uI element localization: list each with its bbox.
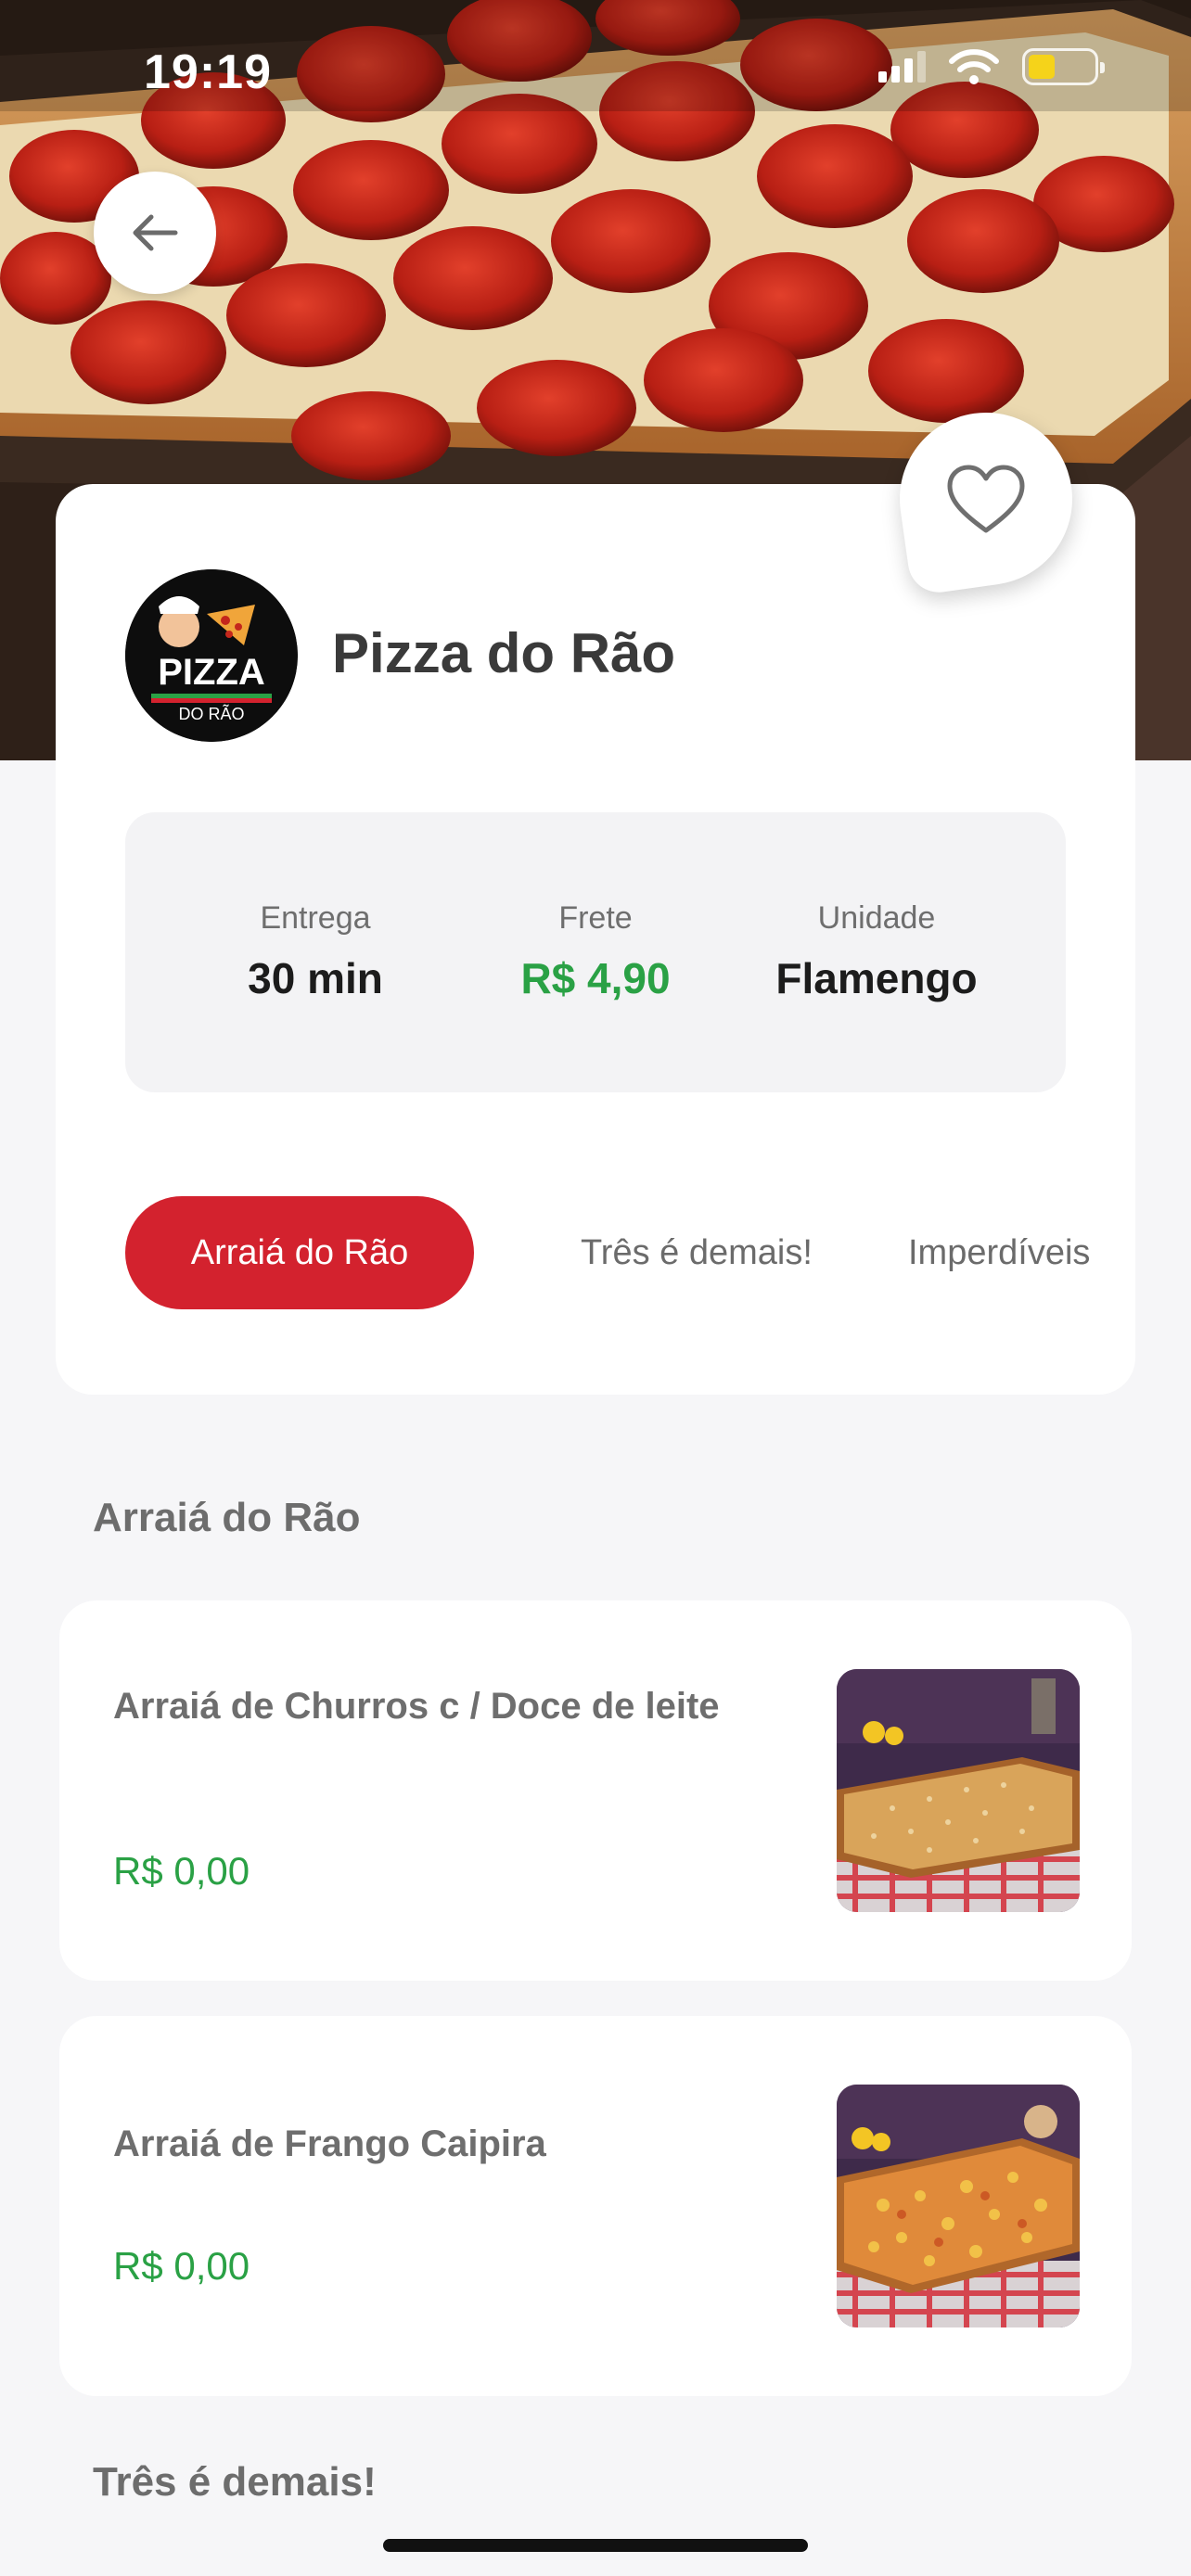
- arrow-left-icon: [133, 214, 178, 251]
- status-bar: 19:19: [0, 0, 1191, 139]
- logo-wordmark: PIZZA: [158, 652, 265, 693]
- info-delivery-fee: Frete R$ 4,90: [456, 900, 735, 1003]
- menu-item-name: Arraiá de Churros c / Doce de leite: [113, 1686, 720, 1727]
- status-time: 19:19: [144, 45, 272, 99]
- info-value: Flamengo: [775, 954, 978, 1002]
- info-label: Entrega: [260, 900, 371, 936]
- info-value: R$ 4,90: [520, 954, 671, 1002]
- status-icons: [878, 48, 1105, 85]
- tab-imperdiveis[interactable]: Imperdíveis: [908, 1196, 1090, 1309]
- menu-item-price: R$ 0,00: [113, 2244, 250, 2288]
- restaurant-info-card: PIZZA DO RÃO Pizza do Rão Entrega 30 min…: [56, 484, 1135, 1395]
- menu-item-price: R$ 0,00: [113, 1849, 250, 1893]
- menu-item-image: [837, 2085, 1080, 2327]
- back-button[interactable]: [94, 172, 216, 294]
- logo-subtext: DO RÃO: [178, 704, 244, 723]
- home-indicator: [383, 2539, 808, 2552]
- restaurant-name: Pizza do Rão: [332, 622, 676, 684]
- tab-arraia-do-rao[interactable]: Arraiá do Rão: [125, 1196, 474, 1309]
- info-value: 30 min: [248, 954, 383, 1002]
- menu-item-name: Arraiá de Frango Caipira: [113, 2123, 546, 2164]
- restaurant-logo: PIZZA DO RÃO: [125, 569, 298, 742]
- section-title: Arraiá do Rão: [93, 1495, 361, 1540]
- info-label: Unidade: [817, 900, 936, 936]
- info-label: Frete: [558, 900, 633, 936]
- info-unit: Unidade Flamengo: [737, 900, 1016, 1003]
- menu-item-card[interactable]: Arraiá de Churros c / Doce de leite R$ 0…: [59, 1600, 1132, 1981]
- heart-outline-icon: [947, 465, 1025, 533]
- battery-icon: [1022, 48, 1105, 85]
- section-title: Três é demais!: [93, 2459, 377, 2505]
- menu-item-card[interactable]: Arraiá de Frango Caipira R$ 0,00: [59, 2016, 1132, 2396]
- cellular-signal-icon: [878, 51, 926, 83]
- wifi-icon: [949, 49, 999, 84]
- menu-item-image: [837, 1669, 1080, 1912]
- delivery-info-box: Entrega 30 min Frete R$ 4,90 Unidade Fla…: [125, 812, 1066, 1092]
- info-delivery-time: Entrega 30 min: [176, 900, 455, 1003]
- tab-tres-e-demais[interactable]: Três é demais!: [581, 1196, 813, 1309]
- category-tabs: Arraiá do Rão Três é demais! Imperdíveis: [125, 1196, 1127, 1309]
